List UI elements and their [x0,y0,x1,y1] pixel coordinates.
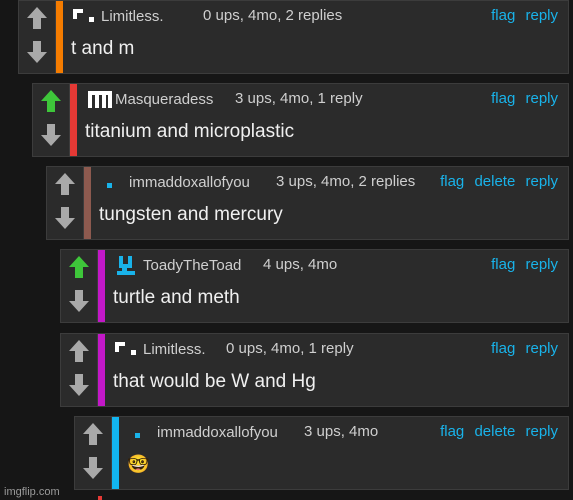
limitless-avatar-icon[interactable] [113,338,139,360]
thread-depth-stripe [112,417,119,489]
comment-stats: 3 ups, 4mo [304,423,379,440]
downvote-arrow-icon[interactable] [53,205,77,231]
comment-card: Limitless. 0 ups, 4mo, 2 replies flag re… [18,0,569,74]
flag-link[interactable]: flag [440,423,464,440]
thread-depth-stripe [56,1,63,73]
comment-username[interactable]: Limitless. [101,8,164,25]
comment-username[interactable]: immaddoxallofyou [157,424,278,441]
flag-link[interactable]: flag [440,173,464,190]
vote-column [19,1,56,73]
thread-depth-stripe [98,334,105,406]
comment-text: tungsten and mercury [99,204,283,225]
masqueradess-avatar-icon[interactable] [85,88,115,110]
upvote-arrow-icon[interactable] [67,254,91,280]
reply-link[interactable]: reply [525,256,558,273]
comment-card: immaddoxallofyou 3 ups, 4mo flag delete … [74,416,569,490]
downvote-arrow-icon[interactable] [25,39,49,65]
vote-column [33,84,70,156]
downvote-arrow-icon[interactable] [39,122,63,148]
comment-stats: 0 ups, 4mo, 2 replies [203,7,343,24]
comment-actions: flag reply [485,340,558,357]
comment-username[interactable]: Limitless. [143,341,206,358]
thread-depth-stripe [70,84,77,156]
reply-link[interactable]: reply [525,90,558,107]
comment-actions: flag delete reply [434,173,558,190]
flag-link[interactable]: flag [491,7,515,24]
upvote-arrow-icon[interactable] [67,338,91,364]
comment-actions: flag reply [485,90,558,107]
reply-link[interactable]: reply [525,173,558,190]
comment-actions: flag reply [485,256,558,273]
upvote-arrow-icon[interactable] [25,5,49,31]
imgflip-watermark: imgflip.com [4,486,60,498]
vote-column [75,417,112,489]
reply-link[interactable]: reply [525,340,558,357]
comment-username[interactable]: immaddoxallofyou [129,174,250,191]
comment-text: t and m [71,38,135,59]
upvote-arrow-icon[interactable] [39,88,63,114]
delete-link[interactable]: delete [474,423,515,440]
delete-link[interactable]: delete [474,173,515,190]
vote-column [61,250,98,322]
reply-link[interactable]: reply [525,423,558,440]
bottom-accent [98,496,102,500]
comment-card: ToadyTheToad 4 ups, 4mo flag reply turtl… [60,249,569,323]
upvote-arrow-icon[interactable] [81,421,105,447]
comment-text: 🤓 [127,454,150,474]
vote-column [61,334,98,406]
comment-stats: 3 ups, 4mo, 2 replies [276,173,416,190]
limitless-avatar-icon[interactable] [71,5,97,27]
comment-username[interactable]: ToadyTheToad [143,257,241,274]
comment-card: Limitless. 0 ups, 4mo, 1 reply flag repl… [60,333,569,407]
comment-text: turtle and meth [113,287,240,308]
reply-link[interactable]: reply [525,7,558,24]
comment-actions: flag delete reply [434,423,558,440]
toady-avatar-icon[interactable] [113,254,139,276]
comment-stats: 0 ups, 4mo, 1 reply [226,340,354,357]
downvote-arrow-icon[interactable] [81,455,105,481]
immaddox-avatar-icon[interactable] [127,421,153,443]
comment-card: Masqueradess 3 ups, 4mo, 1 reply flag re… [32,83,569,157]
downvote-arrow-icon[interactable] [67,372,91,398]
downvote-arrow-icon[interactable] [67,288,91,314]
flag-link[interactable]: flag [491,256,515,273]
vote-column [47,167,84,239]
flag-link[interactable]: flag [491,340,515,357]
upvote-arrow-icon[interactable] [53,171,77,197]
comment-actions: flag reply [485,7,558,24]
comment-stats: 4 ups, 4mo [263,256,338,273]
immaddox-avatar-icon[interactable] [99,171,125,193]
thread-depth-stripe [98,250,105,322]
comment-text: titanium and microplastic [85,121,295,142]
comment-text: that would be W and Hg [113,371,316,392]
flag-link[interactable]: flag [491,90,515,107]
thread-depth-stripe [84,167,91,239]
comment-username[interactable]: Masqueradess [115,91,213,108]
comment-stats: 3 ups, 4mo, 1 reply [235,90,363,107]
comment-card: immaddoxallofyou 3 ups, 4mo, 2 replies f… [46,166,569,240]
